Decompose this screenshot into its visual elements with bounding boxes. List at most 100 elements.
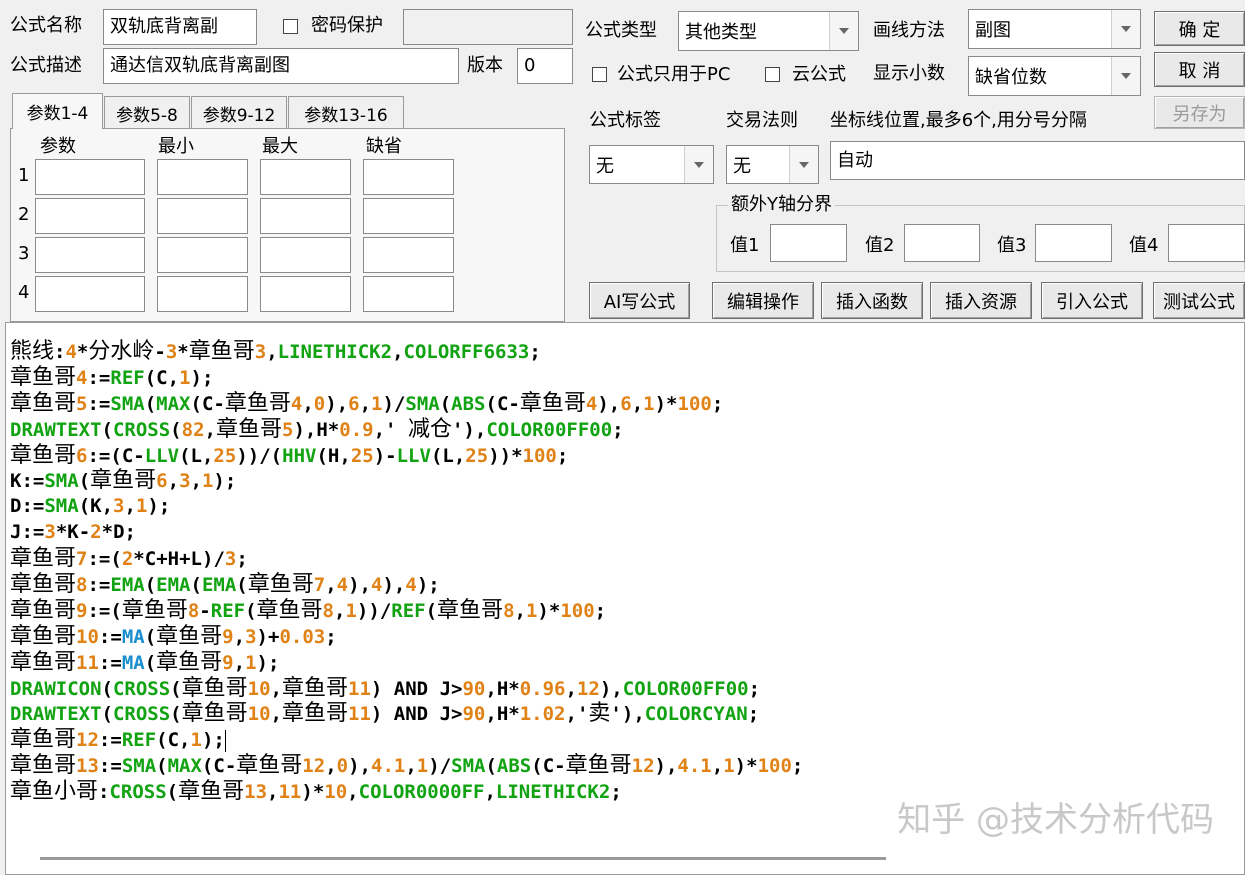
param-header: 参数: [40, 136, 76, 157]
y-value-4-input[interactable]: [1168, 224, 1245, 262]
param-name-4[interactable]: [35, 276, 145, 312]
y-value-3-input[interactable]: [1035, 224, 1112, 262]
trade-label: 交易法则: [726, 110, 798, 131]
row-number: 3: [18, 243, 30, 264]
tab-params-1-4[interactable]: 参数1-4: [12, 93, 103, 129]
code-line[interactable]: J:=3*K-2*D;: [10, 520, 803, 546]
code-line[interactable]: 章鱼哥7:=(2*C+H+L)/3;: [10, 546, 803, 572]
code-line[interactable]: D:=SMA(K,3,1);: [10, 494, 803, 520]
code-line[interactable]: 章鱼哥11:=MA(章鱼哥9,1);: [10, 650, 803, 676]
import-formula-button[interactable]: 引入公式: [1041, 282, 1143, 319]
y-value-1-label: 值1: [730, 235, 760, 256]
cloud-checkbox[interactable]: [765, 67, 780, 82]
pc-only-label: 公式只用于PC: [617, 64, 731, 85]
version-input[interactable]: 0: [517, 48, 573, 84]
ok-button[interactable]: 确 定: [1154, 11, 1245, 46]
decimals-label: 显示小数: [873, 63, 945, 84]
param-min-3[interactable]: [157, 237, 248, 273]
param-max-3[interactable]: [260, 237, 351, 273]
decimals-value: 缺省位数: [975, 67, 1047, 88]
param-min-1[interactable]: [157, 159, 248, 195]
text-caret: [224, 729, 226, 752]
code-line[interactable]: 章鱼哥10:=MA(章鱼哥9,3)+0.03;: [10, 624, 803, 650]
code-line[interactable]: 章鱼小哥:CROSS(章鱼哥13,11)*10,COLOR0000FF,LINE…: [10, 779, 803, 805]
horizontal-scrollbar[interactable]: [40, 857, 886, 860]
chevron-down-icon: [1111, 10, 1140, 48]
param-name-3[interactable]: [35, 237, 145, 273]
param-name-2[interactable]: [35, 198, 145, 234]
formula-desc-input[interactable]: 通达信双轨底背离副图: [103, 48, 459, 84]
code-line[interactable]: 章鱼哥4:=REF(C,1);: [10, 365, 803, 391]
tab-params-13-16[interactable]: 参数13-16: [288, 96, 404, 129]
version-label: 版本: [467, 55, 503, 76]
y-value-4-label: 值4: [1129, 235, 1159, 256]
code-line[interactable]: DRAWTEXT(CROSS(82,章鱼哥5),H*0.9,' 减仓'),COL…: [10, 417, 803, 443]
chevron-down-icon: [684, 146, 713, 183]
param-default-4[interactable]: [363, 276, 454, 312]
code-line[interactable]: 章鱼哥5:=SMA(MAX(C-章鱼哥4,0),6,1)/SMA(ABS(C-章…: [10, 391, 803, 417]
param-min-4[interactable]: [157, 276, 248, 312]
decimals-select[interactable]: 缺省位数: [968, 56, 1141, 96]
param-min-2[interactable]: [157, 198, 248, 234]
axis-position-input[interactable]: 自动: [830, 141, 1245, 180]
row-number: 4: [18, 282, 30, 303]
code-line[interactable]: 章鱼哥9:=(章鱼哥8-REF(章鱼哥8,1))/REF(章鱼哥8,1)*100…: [10, 598, 803, 624]
tab-params-9-12[interactable]: 参数9-12: [191, 96, 287, 129]
tag-select[interactable]: 无: [589, 145, 714, 184]
yaxis-group-label: 额外Y轴分界: [728, 193, 835, 217]
param-max-4[interactable]: [260, 276, 351, 312]
tab-params-5-8[interactable]: 参数5-8: [104, 96, 190, 129]
min-header: 最小: [158, 136, 194, 157]
test-formula-button[interactable]: 测试公式: [1153, 282, 1245, 319]
name-label: 公式名称: [10, 15, 82, 36]
code-line[interactable]: K:=SMA(章鱼哥6,3,1);: [10, 468, 803, 494]
password-input: [403, 9, 573, 45]
y-value-3-label: 值3: [997, 235, 1027, 256]
chevron-down-icon: [1111, 57, 1140, 95]
edit-operation-button[interactable]: 编辑操作: [712, 282, 814, 319]
code-line[interactable]: 章鱼哥6:=(C-LLV(L,25))/(HHV(H,25)-LLV(L,25)…: [10, 443, 803, 469]
code-line[interactable]: DRAWICON(CROSS(章鱼哥10,章鱼哥11) AND J>90,H*0…: [10, 676, 803, 702]
y-value-1-input[interactable]: [770, 224, 847, 262]
y-value-2-label: 值2: [865, 235, 895, 256]
default-header: 缺省: [366, 136, 402, 157]
cancel-button[interactable]: 取 消: [1154, 52, 1245, 87]
formula-type-value: 其他类型: [685, 22, 757, 43]
param-max-2[interactable]: [260, 198, 351, 234]
formula-type-select[interactable]: 其他类型: [678, 11, 859, 51]
insert-function-button[interactable]: 插入函数: [821, 282, 923, 319]
code-line[interactable]: DRAWTEXT(CROSS(章鱼哥10,章鱼哥11) AND J>90,H*1…: [10, 701, 803, 727]
param-default-2[interactable]: [363, 198, 454, 234]
code-text[interactable]: 熊线:4*分水岭-3*章鱼哥3,LINETHICK2,COLORFF6633; 章…: [10, 339, 803, 805]
draw-method-select[interactable]: 副图: [968, 9, 1141, 49]
code-line[interactable]: 章鱼哥8:=EMA(EMA(EMA(章鱼哥7,4),4),4);: [10, 572, 803, 598]
param-max-1[interactable]: [260, 159, 351, 195]
type-label: 公式类型: [585, 20, 657, 41]
password-checkbox[interactable]: [283, 19, 298, 34]
max-header: 最大: [262, 136, 298, 157]
axis-position-label: 坐标线位置,最多6个,用分号分隔: [830, 110, 1087, 131]
cloud-label: 云公式: [792, 64, 846, 85]
code-line[interactable]: 章鱼哥12:=REF(C,1);: [10, 727, 803, 753]
pc-only-checkbox[interactable]: [592, 67, 607, 82]
code-editor[interactable]: 熊线:4*分水岭-3*章鱼哥3,LINETHICK2,COLORFF6633; 章…: [5, 322, 1245, 875]
trade-rule-value: 无: [733, 155, 751, 177]
trade-rule-select[interactable]: 无: [726, 145, 819, 184]
param-default-1[interactable]: [363, 159, 454, 195]
tag-label: 公式标签: [589, 110, 661, 131]
chevron-down-icon: [829, 12, 858, 50]
row-number: 1: [18, 165, 30, 186]
tag-value: 无: [596, 155, 614, 177]
code-line[interactable]: 章鱼哥13:=SMA(MAX(C-章鱼哥12,0),4.1,1)/SMA(ABS…: [10, 753, 803, 779]
ai-write-button[interactable]: AI写公式: [589, 282, 690, 319]
draw-method-value: 副图: [975, 20, 1011, 41]
watermark: 知乎 @技术分析代码: [897, 800, 1214, 840]
desc-label: 公式描述: [10, 55, 82, 76]
chevron-down-icon: [789, 146, 818, 183]
code-line[interactable]: 熊线:4*分水岭-3*章鱼哥3,LINETHICK2,COLORFF6633;: [10, 339, 803, 365]
formula-name-input[interactable]: 双轨底背离副: [103, 9, 257, 45]
param-name-1[interactable]: [35, 159, 145, 195]
param-default-3[interactable]: [363, 237, 454, 273]
insert-resource-button[interactable]: 插入资源: [930, 282, 1032, 319]
y-value-2-input[interactable]: [904, 224, 980, 262]
